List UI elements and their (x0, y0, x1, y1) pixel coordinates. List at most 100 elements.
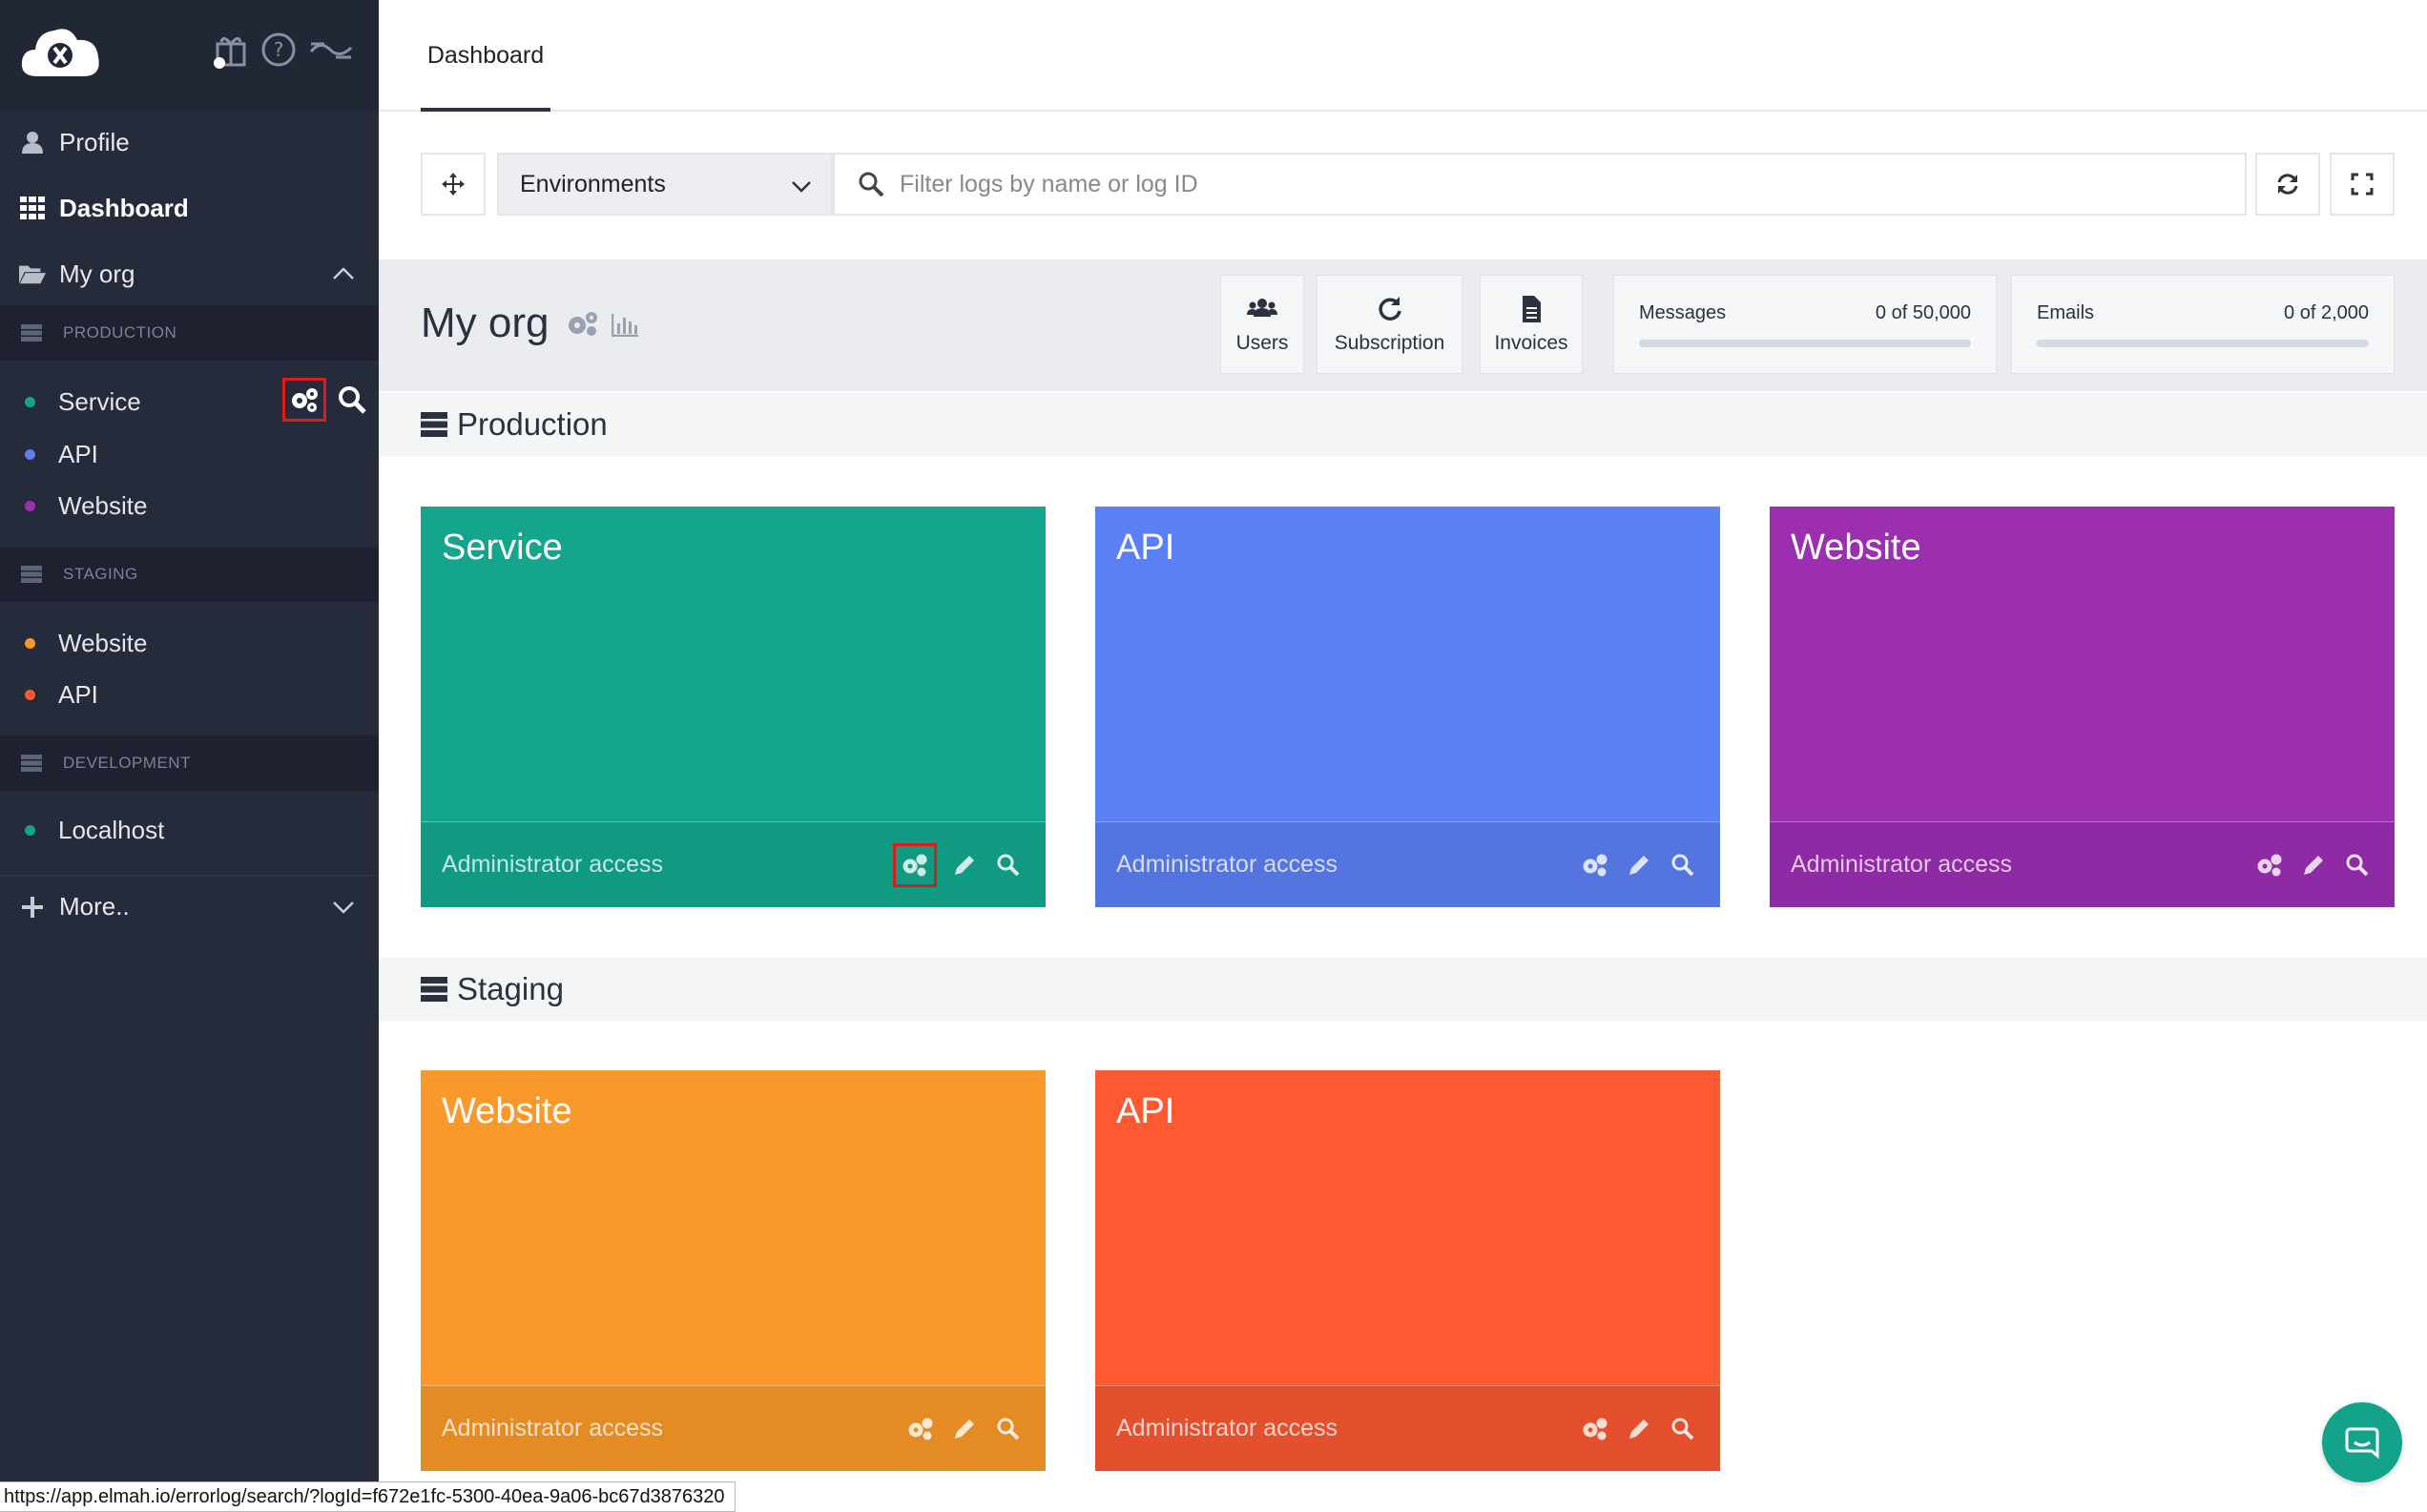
messages-usage: Messages 0 of 50,000 (1613, 275, 1997, 374)
env-color-dot (25, 396, 35, 407)
environments-label: Environments (520, 170, 666, 197)
search-icon[interactable] (992, 849, 1025, 881)
env-card-website[interactable]: Website Administrator access (1770, 507, 2395, 907)
chat-button[interactable] (2322, 1402, 2402, 1482)
search-input[interactable] (900, 170, 2140, 198)
subscription-button[interactable]: Subscription (1317, 275, 1462, 374)
plus-icon (19, 894, 46, 921)
usage-value: 0 of 2,000 (2284, 302, 2369, 323)
chevron-down-icon[interactable] (331, 895, 356, 920)
card-footer: Administrator access (1095, 821, 1720, 907)
section-label: PRODUCTION (63, 323, 177, 342)
pencil-icon[interactable] (948, 849, 981, 881)
gears-icon[interactable] (1579, 849, 1611, 881)
refresh-button[interactable] (2255, 153, 2320, 216)
emails-usage: Emails 0 of 2,000 (2011, 275, 2395, 374)
card-title: Service (442, 528, 563, 568)
env-card-website[interactable]: Website Administrator access (421, 1070, 1046, 1471)
gears-icon[interactable] (566, 300, 600, 347)
access-label: Administrator access (1116, 1415, 1338, 1441)
pencil-icon[interactable] (1623, 849, 1655, 881)
sidebar-section-staging: STAGING (0, 547, 379, 602)
server-icon (21, 324, 42, 342)
grid-icon (19, 195, 46, 221)
group-title: Staging (457, 971, 564, 1006)
card-title: API (1116, 528, 1175, 568)
invoices-label: Invoices (1494, 332, 1568, 354)
env-label: Service (58, 386, 141, 416)
sidebar-item-label: Dashboard (59, 193, 189, 222)
env-label: Website (58, 628, 148, 657)
usage-label: Messages (1639, 302, 1727, 323)
env-card-api[interactable]: API Administrator access (1095, 507, 1720, 907)
section-label: STAGING (63, 565, 138, 583)
sidebar-section-development: DEVELOPMENT (0, 735, 379, 791)
users-label: Users (1235, 332, 1289, 354)
search-icon[interactable] (1667, 1413, 1699, 1445)
org-name: My org (421, 300, 550, 346)
chevron-up-icon[interactable] (331, 261, 356, 286)
gears-icon[interactable] (893, 843, 937, 887)
env-color-dot (25, 637, 35, 649)
sidebar-env-website[interactable]: Website (0, 481, 379, 530)
sidebar-item-my-org[interactable]: My org (0, 242, 379, 305)
usage-label: Emails (2037, 302, 2095, 323)
file-icon (1523, 296, 1541, 322)
group-title: Production (457, 406, 608, 442)
users-button[interactable]: Users (1220, 275, 1304, 374)
pencil-icon[interactable] (1623, 1413, 1655, 1445)
org-header: My org Users Subscription Invoices Messa… (379, 259, 2427, 391)
pencil-icon[interactable] (2297, 849, 2330, 881)
access-label: Administrator access (442, 851, 664, 878)
env-card-api[interactable]: API Administrator access (1095, 1070, 1720, 1471)
gears-icon[interactable] (282, 378, 326, 422)
move-icon (442, 173, 465, 196)
access-label: Administrator access (442, 1415, 664, 1441)
invoices-button[interactable]: Invoices (1480, 275, 1583, 374)
logo[interactable] (16, 19, 104, 86)
sidebar-env-localhost[interactable]: Localhost (0, 805, 379, 855)
help-icon[interactable]: ? (259, 31, 298, 69)
search-icon[interactable] (992, 1413, 1025, 1445)
bar-chart-icon[interactable] (612, 300, 639, 347)
group-header-staging: Staging (379, 958, 2427, 1021)
tab-dashboard[interactable]: Dashboard (421, 0, 550, 112)
search-icon[interactable] (1667, 849, 1699, 881)
fullscreen-icon (2351, 173, 2374, 196)
gears-icon[interactable] (2253, 849, 2286, 881)
sidebar-env-api[interactable]: API (0, 429, 379, 479)
usage-bar (2037, 340, 2369, 347)
user-icon (19, 129, 46, 155)
gears-icon[interactable] (1579, 1413, 1611, 1445)
card-footer: Administrator access (1770, 821, 2395, 907)
env-card-service[interactable]: Service Administrator access (421, 507, 1046, 907)
sidebar-item-dashboard[interactable]: Dashboard (0, 176, 379, 239)
search-box[interactable] (833, 153, 2247, 216)
sidebar-item-label: More.. (59, 892, 130, 921)
whats-new-icon[interactable] (307, 31, 355, 69)
card-footer: Administrator access (1095, 1385, 1720, 1471)
fullscreen-button[interactable] (2330, 153, 2395, 216)
card-footer: Administrator access (421, 821, 1046, 907)
sidebar-env-website[interactable]: Website (0, 618, 379, 668)
sidebar-item-label: Profile (59, 127, 130, 156)
sidebar-item-profile[interactable]: Profile (0, 111, 379, 174)
sidebar-header: ? (0, 0, 379, 111)
main-content: Dashboard Environments My org User (379, 0, 2427, 1512)
subscription-label: Subscription (1334, 332, 1445, 354)
chat-icon (2345, 1427, 2379, 1460)
move-button[interactable] (421, 153, 486, 216)
environments-dropdown[interactable]: Environments (497, 153, 833, 216)
search-icon[interactable] (336, 383, 368, 416)
pencil-icon[interactable] (948, 1413, 981, 1445)
env-label: Localhost (58, 815, 165, 844)
chevron-down-icon (792, 181, 811, 193)
server-icon (21, 755, 42, 772)
env-color-dot (25, 689, 35, 700)
search-icon[interactable] (2341, 849, 2374, 881)
gift-icon[interactable] (212, 31, 250, 69)
folder-open-icon (19, 260, 46, 287)
sidebar-env-api[interactable]: API (0, 670, 379, 719)
sidebar-item-more[interactable]: More.. (0, 875, 379, 938)
gears-icon[interactable] (904, 1413, 937, 1445)
